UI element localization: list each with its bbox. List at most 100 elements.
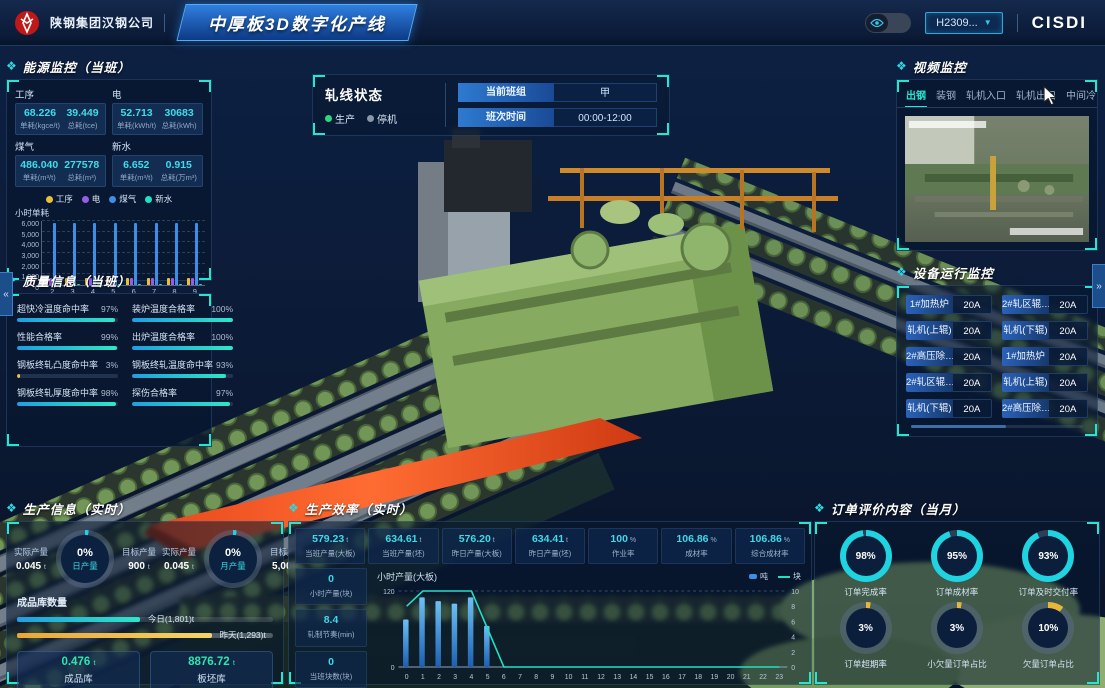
legend-pieces[interactable]: 块: [778, 571, 801, 582]
device-current-value: 20A: [1049, 321, 1088, 340]
devices-section: ❖ 设备运行监控 1#加热炉20A2#轧区辊…20A轧机(上辊)20A轧机(下辊…: [896, 262, 1098, 437]
svg-text:21: 21: [743, 674, 751, 681]
device-label: 2#高压除…: [906, 347, 953, 366]
energy-group-box: 6.652单耗(m³/t) 0.915总耗(万m³): [112, 155, 203, 187]
quality-item: 超快冷温度命中率97%: [17, 302, 118, 322]
monthly-output-cell: 实际产量 0.045 t 0% 月产量 目标产量 5,000 t: [159, 530, 307, 588]
device-current-value: 20A: [1049, 347, 1088, 366]
video-tab-1[interactable]: 出钢: [905, 84, 927, 107]
device-current-value: 20A: [953, 399, 992, 418]
quality-item: 探伤合格率 97%: [132, 386, 233, 406]
production-period: （实时）: [77, 503, 131, 517]
device-current-value: 20A: [953, 373, 992, 392]
mouse-cursor: [1042, 86, 1058, 106]
efficiency-period: （实时）: [359, 503, 413, 517]
svg-text:4: 4: [470, 674, 474, 681]
device-label: 2#轧区辊…: [1002, 295, 1049, 314]
right-panel-collapse-handle[interactable]: »: [1092, 264, 1105, 308]
dashboard-root: 陕钢集团汉钢公司 中厚板3D数字化产线 H2309... ▼ CISDI ❖ 能…: [0, 0, 1105, 688]
hour-chart-svg: 0123456789101112131415161718192021222312…: [373, 583, 805, 683]
order-metric: 98%订单完成率: [821, 530, 910, 598]
order-metric-label: 订单及时交付率: [1019, 586, 1079, 598]
svg-text:2: 2: [437, 674, 441, 681]
quality-item: 装炉温度合格率100%: [132, 302, 233, 322]
target-output-label: 目标产量: [119, 546, 159, 558]
orders-section: ❖ 订单评价内容（当月） 98%订单完成率95%订单成材率93%订单及时交付率3…: [814, 498, 1100, 685]
efficiency-side-card: 0小时产量(块): [295, 568, 367, 605]
company-name: 陕钢集团汉钢公司: [50, 14, 154, 31]
hour-chart-title: 小时产量(大板): [377, 570, 437, 583]
quality-item-percent: 97%: [101, 304, 118, 314]
store-label: 板坯库: [151, 671, 272, 685]
visibility-toggle[interactable]: [865, 13, 911, 33]
svg-text:1: 1: [421, 674, 425, 681]
energy-value: 30683: [160, 107, 198, 119]
video-tab-3[interactable]: 轧机入口: [965, 84, 1007, 107]
shift-time-value: 00:00-12:00: [554, 108, 657, 127]
video-tabs: 出钢装钢轧机入口轧机出口中间冷电加热: [897, 80, 1097, 108]
video-tab-2[interactable]: 装钢: [935, 84, 957, 107]
energy-unit: 总耗(万m³): [160, 172, 199, 183]
order-donut: 3%: [840, 602, 892, 654]
legend-dot-icon: [46, 196, 53, 203]
orders-grid: 98%订单完成率95%订单成材率93%订单及时交付率3%订单超期率3%小欠量订单…: [815, 522, 1099, 678]
device-current-value: 20A: [1049, 373, 1088, 392]
order-metric: 93%订单及时交付率: [1004, 530, 1093, 598]
diamond-icon: ❖: [814, 502, 825, 514]
energy-group-name: 新水: [112, 139, 203, 153]
device-current-value: 20A: [1049, 295, 1088, 314]
svg-text:2: 2: [791, 650, 795, 657]
legend-tons[interactable]: 吨: [749, 571, 768, 582]
energy-value: 68.226: [20, 107, 60, 119]
svg-text:0: 0: [791, 665, 795, 672]
efficiency-stat-card: 100 %作业率: [588, 528, 658, 564]
left-panel-collapse-handle[interactable]: «: [0, 272, 13, 316]
quality-item-label: 钢板终轧厚度命中率: [17, 386, 98, 399]
energy-legend-item[interactable]: 煤气: [109, 193, 136, 205]
production-title: 生产信息: [23, 503, 77, 517]
video-tab-5[interactable]: 中间冷: [1065, 84, 1097, 107]
svg-text:15: 15: [646, 674, 654, 681]
devices-scrollbar-thumb[interactable]: [911, 425, 1006, 428]
svg-text:120: 120: [383, 589, 395, 596]
efficiency-stat-card: 634.41 t昨日产量(坯): [515, 528, 585, 564]
quality-item-label: 探伤合格率: [132, 386, 177, 399]
quality-item-percent: 97%: [216, 388, 233, 398]
svg-text:13: 13: [613, 674, 621, 681]
store-value: 8876.72: [188, 656, 230, 668]
order-metric-label: 订单超期率: [844, 658, 887, 670]
production-section: ❖ 生产信息（实时） 实际产量 0.045 t 0% 日产量 目标产量 900 …: [6, 498, 284, 685]
order-metric-label: 欠量订单占比: [1023, 658, 1074, 670]
video-feed[interactable]: [905, 116, 1089, 242]
order-metric-label: 订单成材率: [936, 586, 979, 598]
energy-legend-item[interactable]: 工序: [46, 193, 73, 205]
order-donut: 3%: [931, 602, 983, 654]
energy-panel: 工序 68.226单耗(kgce/t) 39.449总耗(tce) 电 52.7…: [6, 79, 212, 281]
heat-number-dropdown[interactable]: H2309... ▼: [925, 12, 1003, 34]
device-row: 1#加热炉20A: [1002, 347, 1088, 366]
video-title: 视频监控: [913, 57, 967, 76]
energy-value: 486.040: [20, 159, 59, 171]
svg-text:20: 20: [727, 674, 735, 681]
svg-text:0: 0: [391, 665, 395, 672]
svg-text:6: 6: [791, 619, 795, 626]
energy-group-name: 电: [112, 87, 203, 101]
device-label: 2#高压除…: [1002, 399, 1049, 418]
svg-text:22: 22: [759, 674, 767, 681]
quality-period: （当班）: [77, 275, 131, 289]
status-legend-item: 停机: [367, 111, 397, 126]
energy-chart-label: 小时单耗: [7, 206, 211, 219]
device-current-value: 20A: [953, 347, 992, 366]
energy-legend-item[interactable]: 新水: [145, 193, 172, 205]
shift-team-badge: 当前班组 甲: [458, 83, 657, 102]
device-label: 2#轧区辊…: [906, 373, 953, 392]
energy-legend-item[interactable]: 电: [82, 193, 101, 205]
energy-value: 6.652: [117, 159, 156, 171]
top-bar: 陕钢集团汉钢公司 中厚板3D数字化产线 H2309... ▼ CISDI: [0, 0, 1105, 46]
energy-unit: 总耗(m³): [63, 172, 102, 183]
quality-item-label: 性能合格率: [17, 330, 62, 343]
status-legend-item: 生产: [325, 111, 355, 126]
app-title-plate: 中厚板3D数字化产线: [176, 4, 417, 41]
device-row: 轧机(下辊)20A: [906, 399, 992, 418]
quality-panel: 超快冷温度命中率97%装炉温度合格率100%性能合格率99%出炉温度合格率100…: [6, 293, 212, 447]
